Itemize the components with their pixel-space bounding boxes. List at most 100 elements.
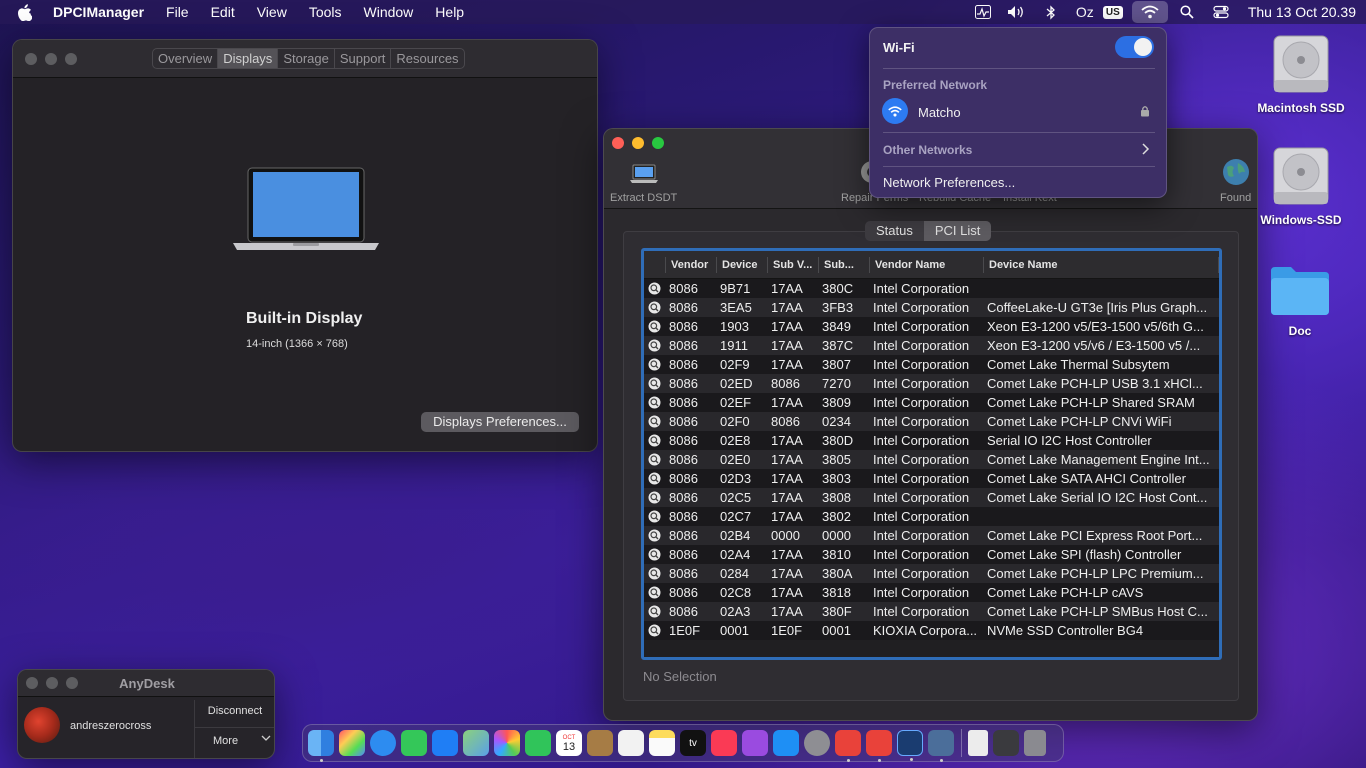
zoom-button[interactable] bbox=[652, 137, 664, 149]
wifi-icon[interactable] bbox=[1131, 1, 1168, 23]
tab-resources[interactable]: Resources bbox=[391, 49, 463, 68]
app-store-icon[interactable] bbox=[773, 730, 799, 756]
col-device[interactable]: Device bbox=[716, 256, 767, 273]
tab-displays[interactable]: Displays bbox=[218, 49, 279, 68]
notes-icon[interactable] bbox=[649, 730, 675, 756]
col-vendor[interactable]: Vendor bbox=[665, 256, 716, 273]
pci-info-icon[interactable] bbox=[644, 377, 665, 390]
pci-info-icon[interactable] bbox=[644, 453, 665, 466]
table-row[interactable]: 8086 3EA5 17AA 3FB3 Intel Corporation CoffeeL… bbox=[644, 298, 1219, 317]
minimize-button[interactable] bbox=[45, 53, 57, 65]
music-icon[interactable] bbox=[711, 730, 737, 756]
globe-icon[interactable] bbox=[1222, 158, 1250, 189]
pci-info-icon[interactable] bbox=[644, 491, 665, 504]
table-row[interactable]: 8086 02A4 17AA 3810 Intel Corporation Comet L… bbox=[644, 545, 1219, 564]
desktop-windows-ssd[interactable]: Windows-SSD bbox=[1251, 146, 1351, 227]
pci-info-icon[interactable] bbox=[644, 472, 665, 485]
podcasts-icon[interactable] bbox=[742, 730, 768, 756]
trash-icon[interactable] bbox=[1024, 730, 1046, 756]
close-button[interactable] bbox=[25, 53, 37, 65]
col-device-name[interactable]: Device Name bbox=[983, 256, 1219, 273]
status-text[interactable]: Oz bbox=[1076, 4, 1094, 20]
table-row[interactable]: 8086 9B71 17AA 380C Intel Corporation bbox=[644, 279, 1219, 298]
pci-info-icon[interactable] bbox=[644, 301, 665, 314]
table-row[interactable]: 8086 02C7 17AA 3802 Intel Corporation bbox=[644, 507, 1219, 526]
system-preferences-icon[interactable] bbox=[804, 730, 830, 756]
pci-info-icon[interactable] bbox=[644, 567, 665, 580]
finder-icon[interactable] bbox=[308, 730, 334, 762]
desktop-doc-folder[interactable]: Doc bbox=[1250, 263, 1350, 338]
zoom-button[interactable] bbox=[65, 53, 77, 65]
table-row[interactable]: 8086 0284 17AA 380A Intel Corporation Comet L… bbox=[644, 564, 1219, 583]
table-row[interactable]: 1E0F 0001 1E0F 0001 KIOXIA Corpora... NVMe SS… bbox=[644, 621, 1219, 640]
contacts-icon[interactable] bbox=[587, 730, 613, 756]
col-vendor-name[interactable]: Vendor Name bbox=[869, 256, 983, 273]
photos-icon[interactable] bbox=[494, 730, 520, 756]
apple-tv-icon[interactable]: tv bbox=[680, 730, 706, 756]
other-networks-item[interactable]: Other Networks bbox=[883, 143, 972, 157]
pci-info-icon[interactable] bbox=[644, 415, 665, 428]
pci-info-icon[interactable] bbox=[644, 548, 665, 561]
control-center-icon[interactable] bbox=[1206, 1, 1236, 23]
table-row[interactable]: 8086 02D3 17AA 3803 Intel Corporation Comet L… bbox=[644, 469, 1219, 488]
table-row[interactable]: 8086 02F9 17AA 3807 Intel Corporation Comet L… bbox=[644, 355, 1219, 374]
desktop-macintosh-ssd[interactable]: Macintosh SSD bbox=[1251, 34, 1351, 115]
calendar-icon[interactable]: OCT 13 bbox=[556, 730, 582, 756]
pci-info-icon[interactable] bbox=[644, 358, 665, 371]
pci-info-icon[interactable] bbox=[644, 624, 665, 637]
pci-info-icon[interactable] bbox=[644, 396, 665, 409]
launchpad-icon[interactable] bbox=[339, 730, 365, 756]
pci-table[interactable]: Vendor Device Sub V... Sub... Vendor Nam… bbox=[641, 248, 1222, 660]
table-row[interactable]: 8086 02B4 0000 0000 Intel Corporation Comet L… bbox=[644, 526, 1219, 545]
pci-info-icon[interactable] bbox=[644, 339, 665, 352]
menu-help[interactable]: Help bbox=[435, 4, 464, 20]
apple-menu-icon[interactable] bbox=[17, 3, 35, 21]
anydesk-alt-icon[interactable] bbox=[866, 730, 892, 762]
table-row[interactable]: 8086 02E0 17AA 3805 Intel Corporation Comet L… bbox=[644, 450, 1219, 469]
wifi-network-name[interactable]: Matcho bbox=[918, 105, 961, 120]
tab-support[interactable]: Support bbox=[335, 49, 392, 68]
chevron-down-icon[interactable] bbox=[261, 733, 271, 745]
document-icon[interactable] bbox=[968, 730, 988, 756]
table-row[interactable]: 8086 02A3 17AA 380F Intel Corporation Comet L… bbox=[644, 602, 1219, 621]
chevron-right-icon[interactable] bbox=[1142, 143, 1150, 158]
table-row[interactable]: 8086 02EF 17AA 3809 Intel Corporation Comet L… bbox=[644, 393, 1219, 412]
network-utility-icon[interactable] bbox=[928, 730, 954, 762]
menu-file[interactable]: File bbox=[166, 4, 189, 20]
volume-icon[interactable] bbox=[1002, 1, 1032, 23]
menu-tools[interactable]: Tools bbox=[309, 4, 342, 20]
dpcimanager-dock-icon[interactable] bbox=[897, 730, 923, 761]
safari-icon[interactable] bbox=[370, 730, 396, 756]
reminders-icon[interactable] bbox=[618, 730, 644, 756]
tab-storage[interactable]: Storage bbox=[278, 49, 335, 68]
messages-icon[interactable] bbox=[401, 730, 427, 756]
table-row[interactable]: 8086 02F0 8086 0234 Intel Corporation Comet L… bbox=[644, 412, 1219, 431]
col-sub-vendor[interactable]: Sub V... bbox=[767, 256, 818, 273]
menu-window[interactable]: Window bbox=[364, 4, 414, 20]
table-row[interactable]: 8086 02C8 17AA 3818 Intel Corporation Comet L… bbox=[644, 583, 1219, 602]
spotlight-icon[interactable] bbox=[1172, 1, 1202, 23]
wifi-toggle[interactable] bbox=[1115, 36, 1154, 58]
activity-monitor-icon[interactable] bbox=[968, 1, 998, 23]
menu-view[interactable]: View bbox=[257, 4, 287, 20]
disconnect-button[interactable]: Disconnect bbox=[194, 705, 274, 717]
table-row[interactable]: 8086 02ED 8086 7270 Intel Corporation Comet L… bbox=[644, 374, 1219, 393]
menu-clock[interactable]: Thu 13 Oct 20.39 bbox=[1248, 4, 1356, 20]
table-row[interactable]: 8086 02C5 17AA 3808 Intel Corporation Comet L… bbox=[644, 488, 1219, 507]
table-row[interactable]: 8086 1903 17AA 3849 Intel Corporation Xeon E3… bbox=[644, 317, 1219, 336]
displays-preferences-button[interactable]: Displays Preferences... bbox=[421, 412, 579, 432]
facetime-icon[interactable] bbox=[525, 730, 551, 756]
mail-icon[interactable] bbox=[432, 730, 458, 756]
pci-info-icon[interactable] bbox=[644, 529, 665, 542]
network-preferences-item[interactable]: Network Preferences... bbox=[883, 175, 1015, 190]
tab-status[interactable]: Status bbox=[865, 221, 924, 241]
table-row[interactable]: 8086 1911 17AA 387C Intel Corporation Xeon E3… bbox=[644, 336, 1219, 355]
input-source-icon[interactable]: US bbox=[1098, 1, 1128, 23]
pci-info-icon[interactable] bbox=[644, 586, 665, 599]
pci-info-icon[interactable] bbox=[644, 510, 665, 523]
tab-overview[interactable]: Overview bbox=[153, 49, 219, 68]
maps-icon[interactable] bbox=[463, 730, 489, 756]
menu-app-name[interactable]: DPCIManager bbox=[53, 4, 144, 20]
anydesk-dock-icon[interactable] bbox=[835, 730, 861, 762]
close-button[interactable] bbox=[612, 137, 624, 149]
